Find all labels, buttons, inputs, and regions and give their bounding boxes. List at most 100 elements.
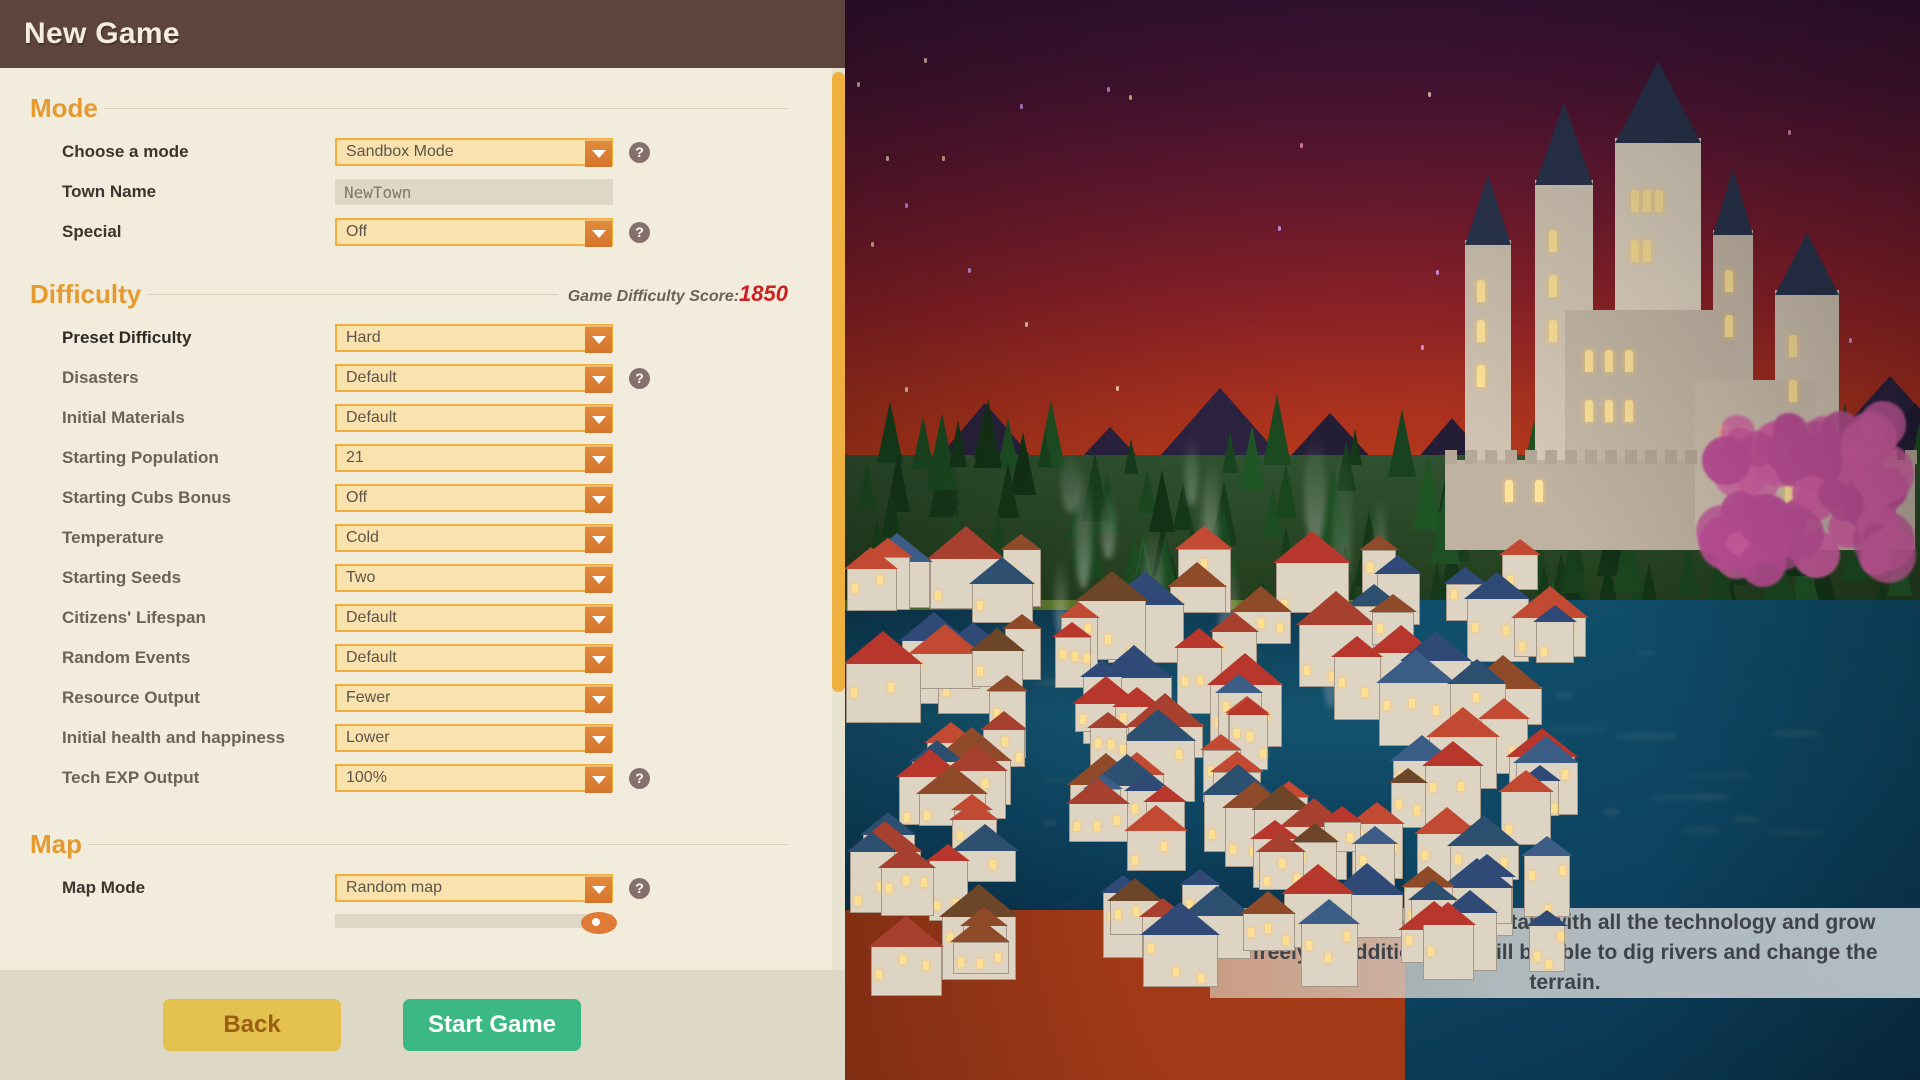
select-map-mode[interactable]: Random map xyxy=(335,874,613,903)
house-roof xyxy=(1273,530,1352,563)
castle-window xyxy=(1549,320,1557,342)
chevron-down-icon[interactable] xyxy=(585,365,612,393)
star xyxy=(1024,321,1028,327)
house-window xyxy=(851,688,858,698)
castle-window xyxy=(1725,315,1733,337)
castle-window xyxy=(1625,350,1633,372)
chevron-down-icon[interactable] xyxy=(585,685,612,713)
house-window xyxy=(1519,641,1526,651)
castle-spire xyxy=(1535,100,1593,185)
map-slider[interactable] xyxy=(335,912,617,934)
house xyxy=(1065,778,1130,844)
difficulty-rows: Preset Difficulty Hard Disasters Default? In… xyxy=(0,320,828,796)
house-roof xyxy=(1230,586,1293,613)
tree xyxy=(974,396,1003,469)
castle-wall xyxy=(1665,450,1677,464)
settings-scroll-area[interactable]: Mode Choose a mode Sandbox Mode ? Town N… xyxy=(0,68,845,970)
castle-wall xyxy=(1445,450,1457,464)
chevron-down-icon[interactable] xyxy=(585,485,612,513)
select-random-events[interactable]: Default xyxy=(335,644,613,673)
chevron-down-icon[interactable] xyxy=(585,219,612,247)
house-window xyxy=(888,683,895,693)
castle-window xyxy=(1725,270,1733,292)
help-icon[interactable]: ? xyxy=(629,767,650,789)
row-initial-materials: Initial Materials Default xyxy=(0,400,828,436)
select-citizens-lifespan[interactable]: Default xyxy=(335,604,613,633)
house-window xyxy=(1408,699,1415,709)
game-difficulty-score: Game Difficulty Score:1850 xyxy=(568,281,788,307)
chevron-down-icon[interactable] xyxy=(585,525,612,553)
house-roof xyxy=(1280,864,1355,895)
house-window xyxy=(1093,822,1100,832)
castle-wall xyxy=(1645,450,1657,464)
select-temperature[interactable]: Cold xyxy=(335,524,613,553)
chevron-down-icon[interactable] xyxy=(585,139,612,167)
select-tech-exp-output[interactable]: 100% xyxy=(335,764,613,793)
house-roof xyxy=(1512,736,1579,764)
help-icon[interactable]: ? xyxy=(629,877,650,899)
chevron-down-icon[interactable] xyxy=(585,765,612,793)
page-title: New Game xyxy=(24,17,180,50)
house-window xyxy=(1562,770,1569,780)
tree xyxy=(1239,422,1266,491)
select-initial-materials[interactable]: Default xyxy=(335,404,613,433)
town-name-input[interactable]: NewTown xyxy=(335,179,613,205)
row-label: Random Events xyxy=(62,648,191,667)
select-value: Default xyxy=(346,649,397,666)
select-initial-health-and-happiness[interactable]: Lower xyxy=(335,724,613,753)
house-window xyxy=(958,957,965,967)
house-window xyxy=(852,584,859,594)
star xyxy=(1020,103,1024,109)
house-window xyxy=(995,953,1002,963)
help-icon[interactable]: ? xyxy=(629,367,650,389)
chevron-down-icon[interactable] xyxy=(585,725,612,753)
house-roof xyxy=(1074,571,1149,602)
chevron-down-icon[interactable] xyxy=(585,445,612,473)
house-roof xyxy=(1446,815,1521,847)
blossom-cluster xyxy=(1720,491,1759,530)
house-window xyxy=(1132,906,1139,916)
select-starting-seeds[interactable]: Two xyxy=(335,564,613,593)
select-preset-difficulty[interactable]: Hard xyxy=(335,324,613,353)
house-window xyxy=(876,970,883,980)
panel-titlebar: New Game xyxy=(0,0,845,68)
back-button[interactable]: Back xyxy=(163,999,341,1051)
start-game-button[interactable]: Start Game xyxy=(403,999,581,1051)
help-icon[interactable]: ? xyxy=(629,221,650,243)
house-window xyxy=(899,955,906,965)
house-window xyxy=(1560,866,1567,876)
section-header-map: Map xyxy=(0,818,828,870)
castle-window xyxy=(1585,400,1593,422)
castle-spire xyxy=(1615,58,1701,143)
house-roof xyxy=(1388,767,1429,783)
chevron-down-icon[interactable] xyxy=(585,875,612,903)
select-starting-population[interactable]: 21 xyxy=(335,444,613,473)
select-value: 100% xyxy=(346,769,387,786)
castle-window xyxy=(1477,320,1485,342)
house-window xyxy=(1429,782,1436,792)
chevron-down-icon[interactable] xyxy=(585,605,612,633)
select-disasters[interactable]: Default xyxy=(335,364,613,393)
house-window xyxy=(1016,753,1023,763)
tree xyxy=(1124,435,1139,475)
slider-knob[interactable] xyxy=(581,912,617,934)
select-resource-output[interactable]: Fewer xyxy=(335,684,613,713)
star xyxy=(924,58,928,64)
scrollbar-thumb[interactable] xyxy=(832,72,845,692)
select-starting-cubs-bonus[interactable]: Off xyxy=(335,484,613,513)
chevron-down-icon[interactable] xyxy=(585,565,612,593)
house-window xyxy=(924,810,931,820)
chevron-down-icon[interactable] xyxy=(585,405,612,433)
row-citizens-lifespan: Citizens' Lifespan Default xyxy=(0,600,828,636)
chevron-down-icon[interactable] xyxy=(585,645,612,673)
house-window xyxy=(976,667,983,677)
help-icon[interactable]: ? xyxy=(629,141,650,163)
chevron-down-icon[interactable] xyxy=(585,325,612,353)
select-choose-a-mode[interactable]: Sandbox Mode xyxy=(335,138,613,167)
select-special[interactable]: Off xyxy=(335,218,613,247)
